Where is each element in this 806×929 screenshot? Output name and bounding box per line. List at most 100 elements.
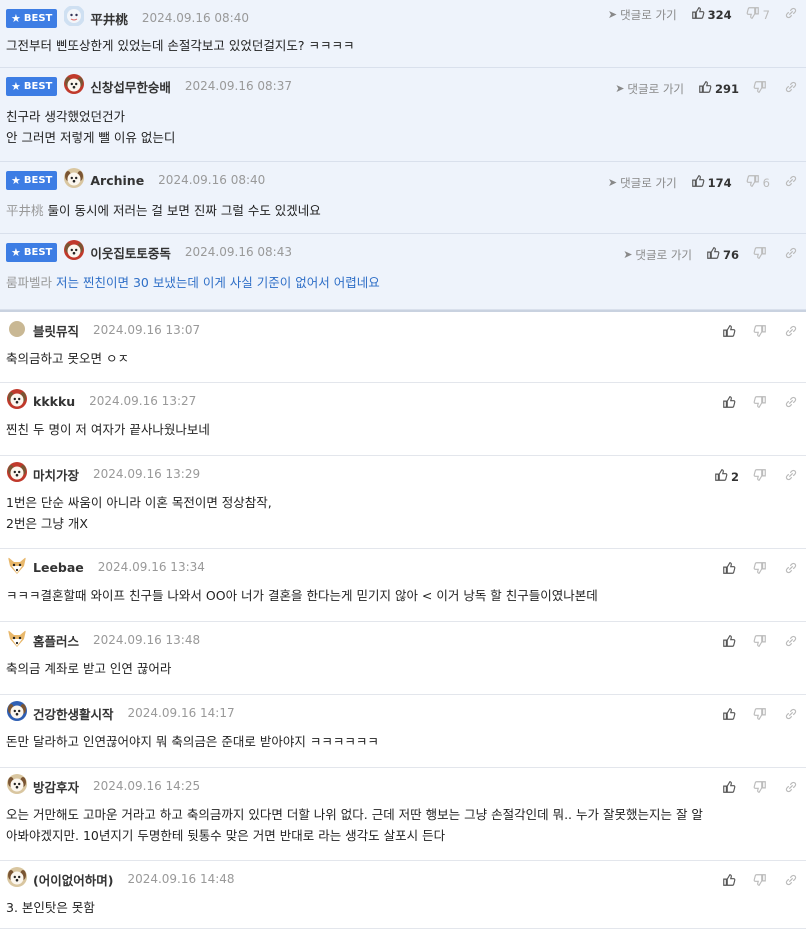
upvote-button[interactable]: 291	[698, 80, 739, 97]
author-nickname[interactable]: 이웃집토토중독	[90, 243, 171, 262]
copy-link-button[interactable]	[784, 324, 798, 341]
downvote-button[interactable]	[753, 80, 770, 97]
upvote-count: 174	[707, 175, 732, 190]
avatar[interactable]	[6, 700, 33, 726]
link-icon	[784, 396, 798, 412]
upvote-button[interactable]: 174	[691, 174, 732, 191]
comment-line: 친구라 생각했었던건가	[6, 106, 792, 127]
avatar[interactable]	[6, 627, 33, 653]
comment-list: ★ BEST 平井桃 2024.09.16 08:40 그전부터 삔또상한게 있었는데 …	[0, 0, 806, 929]
comment-text: ㅋㅋㅋ결혼할때 와이프 친구들 나와서 OO아 너가 결혼을 한다는게 믿기지 …	[6, 588, 598, 603]
comment-header: 마치가장 2024.09.16 13:29	[6, 461, 200, 487]
downvote-button[interactable]	[753, 324, 770, 341]
best-label: BEST	[23, 174, 53, 186]
downvote-count: 7	[762, 7, 770, 22]
author-nickname[interactable]: 블릿뮤직	[33, 321, 79, 340]
copy-link-button[interactable]	[784, 873, 798, 890]
best-comment: ★ BEST 신창섭무한숭배 2024.09.16 08:37 친구라 생각했었던건가 안…	[0, 68, 806, 162]
thumbs-up-icon	[722, 395, 736, 412]
downvote-button[interactable]: 7	[746, 6, 770, 23]
author-nickname[interactable]: Leebae	[33, 560, 84, 575]
downvote-button[interactable]	[753, 468, 770, 485]
avatar[interactable]	[6, 461, 33, 487]
link-icon	[784, 81, 798, 97]
reply-mention[interactable]: 룸파벨라	[6, 275, 52, 290]
avatar[interactable]	[63, 5, 90, 31]
copy-link-button[interactable]	[784, 468, 798, 485]
upvote-button[interactable]	[722, 707, 739, 724]
upvote-button[interactable]	[722, 395, 739, 412]
downvote-button[interactable]	[753, 780, 770, 797]
comment-text: 돈만 달라하고 인연끊어야지 뭐 축의금은 준대로 받아야지 ㅋㅋㅋㅋㅋㅋ	[6, 734, 379, 749]
goto-comment-button[interactable]: ➤ 댓글로 가기	[608, 7, 677, 23]
comment-text: 아봐야겠지만. 10년지기 두명한테 뒷통수 맞은 거면 반대로 라는 생각도 …	[6, 828, 446, 843]
goto-comment-button[interactable]: ➤ 댓글로 가기	[615, 81, 684, 97]
copy-link-button[interactable]	[784, 634, 798, 651]
upvote-button[interactable]	[722, 873, 739, 890]
link-icon	[784, 175, 798, 191]
comment-header: ★ BEST 이웃집토토중독 2024.09.16 08:43	[6, 239, 292, 265]
comment-text: 둘이 동시에 저러는 걸 보면 진짜 그럴 수도 있겠네요	[47, 203, 321, 218]
copy-link-button[interactable]	[784, 80, 798, 97]
copy-link-button[interactable]	[784, 707, 798, 724]
goto-comment-button[interactable]: ➤ 댓글로 가기	[623, 247, 692, 263]
upvote-button[interactable]	[722, 561, 739, 578]
comment-body: 1번은 단순 싸움이 아니라 이혼 목전이면 정상참작, 2번은 그냥 개X	[6, 492, 792, 534]
downvote-button[interactable]	[753, 634, 770, 651]
thumbs-up-icon	[722, 780, 736, 797]
author-nickname[interactable]: 방감후자	[33, 777, 79, 796]
avatar[interactable]	[6, 388, 33, 414]
upvote-count: 76	[722, 247, 739, 262]
best-label: BEST	[23, 12, 53, 24]
copy-link-button[interactable]	[784, 561, 798, 578]
thumbs-up-icon	[691, 6, 705, 23]
comment-body: 축의금 계좌로 받고 인연 끊어라	[6, 658, 792, 679]
best-badge: ★ BEST	[6, 8, 58, 28]
timestamp: 2024.09.16 14:17	[127, 706, 235, 720]
downvote-button[interactable]	[753, 246, 770, 263]
avatar[interactable]	[63, 167, 90, 193]
author-nickname[interactable]: kkkku	[33, 394, 75, 409]
thumbs-down-icon	[753, 468, 767, 485]
author-nickname[interactable]: 건강한생활시작	[33, 704, 114, 723]
downvote-button[interactable]	[753, 707, 770, 724]
copy-link-button[interactable]	[784, 6, 798, 23]
avatar[interactable]	[6, 317, 33, 343]
upvote-button[interactable]	[722, 780, 739, 797]
comment: 방감후자 2024.09.16 14:25 오는 거만해도 고마운 거라고 하고 축…	[0, 768, 806, 861]
copy-link-button[interactable]	[784, 780, 798, 797]
timestamp: 2024.09.16 13:27	[89, 394, 197, 408]
thumbs-down-icon	[746, 174, 760, 191]
best-label: BEST	[23, 80, 53, 92]
avatar[interactable]	[6, 866, 33, 892]
upvote-button[interactable]: 76	[706, 246, 739, 263]
downvote-button[interactable]	[753, 395, 770, 412]
copy-link-button[interactable]	[784, 246, 798, 263]
avatar[interactable]	[63, 73, 90, 99]
author-nickname[interactable]: Archine	[90, 173, 144, 188]
upvote-button[interactable]	[722, 634, 739, 651]
reply-mention[interactable]: 平井桃	[6, 203, 44, 218]
comment-body: 축의금하고 못오면 ㅇㅈ	[6, 348, 792, 369]
copy-link-button[interactable]	[784, 395, 798, 412]
upvote-button[interactable]: 2	[714, 468, 739, 485]
avatar[interactable]	[63, 239, 90, 265]
author-nickname[interactable]: 平井桃	[90, 9, 128, 28]
author-nickname[interactable]: 마치가장	[33, 465, 79, 484]
upvote-button[interactable]	[722, 324, 739, 341]
upvote-button[interactable]: 324	[691, 6, 732, 23]
link-icon	[784, 247, 798, 263]
downvote-button[interactable]	[753, 561, 770, 578]
author-nickname[interactable]: 홈플러스	[33, 631, 79, 650]
avatar[interactable]	[6, 773, 33, 799]
comment-header: ★ BEST 平井桃 2024.09.16 08:40	[6, 5, 249, 31]
author-nickname[interactable]: (어이없어하며)	[33, 870, 113, 889]
author-nickname[interactable]: 신창섭무한숭배	[90, 77, 171, 96]
goto-comment-button[interactable]: ➤ 댓글로 가기	[608, 175, 677, 191]
comment-line: 平井桃 둘이 동시에 저러는 걸 보면 진짜 그럴 수도 있겠네요	[6, 200, 792, 221]
copy-link-button[interactable]	[784, 174, 798, 191]
downvote-button[interactable]: 6	[746, 174, 770, 191]
downvote-button[interactable]	[753, 873, 770, 890]
avatar[interactable]	[6, 554, 33, 580]
link-icon	[784, 708, 798, 724]
